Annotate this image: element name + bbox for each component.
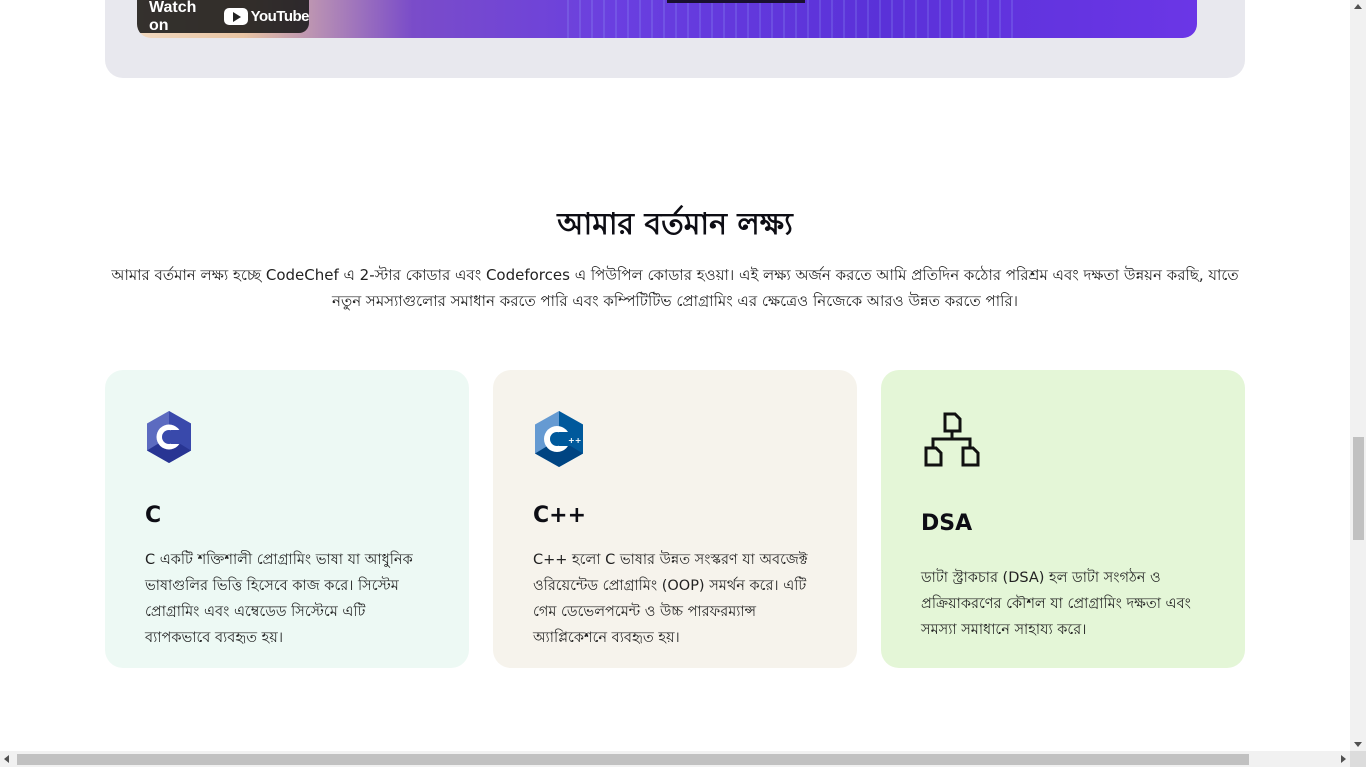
svg-text:++: ++ <box>568 436 581 445</box>
horizontal-scroll-thumb[interactable] <box>17 754 1249 765</box>
skill-card-c: C C একটি শক্তিশালী প্রোগ্রামিং ভাষা যা আ… <box>105 370 469 668</box>
video-container: Watch on YouTube <box>105 0 1245 78</box>
scroll-down-arrow-icon[interactable] <box>1354 742 1362 747</box>
youtube-play-icon <box>223 8 248 25</box>
scroll-right-arrow-icon[interactable] <box>1341 755 1346 763</box>
watch-on-label: Watch on <box>149 0 197 34</box>
card-description: C++ হলো C ভাষার উন্নত সংস্করণ যা অবজেক্ট… <box>533 552 808 646</box>
card-title: DSA <box>921 511 973 536</box>
vertical-scrollbar[interactable] <box>1350 0 1366 751</box>
scroll-left-arrow-icon[interactable] <box>4 755 9 763</box>
data-structure-tree-icon <box>921 410 983 476</box>
vertical-scroll-thumb[interactable] <box>1353 437 1364 540</box>
c-language-icon <box>145 410 193 468</box>
scrollbar-corner <box>1350 751 1366 767</box>
section-title: আমার বর্তমান লক্ষ্য <box>557 207 793 242</box>
card-description: C একটি শক্তিশালী প্রোগ্রামিং ভাষা যা আধু… <box>145 552 413 646</box>
section-description: আমার বর্তমান লক্ষ্য হচ্ছে CodeChef এ 2-স… <box>111 266 1239 310</box>
video-thumbnail-graphic <box>557 0 1017 38</box>
video-thumbnail-bar <box>667 0 805 3</box>
cpp-language-icon: ++ <box>533 410 585 472</box>
scroll-up-arrow-icon[interactable] <box>1354 4 1362 9</box>
watch-on-youtube-button[interactable]: Watch on YouTube <box>137 0 310 34</box>
card-title: C++ <box>533 503 587 528</box>
card-title: C <box>145 503 162 528</box>
youtube-logo: YouTube <box>223 8 310 25</box>
card-description: ডাটা স্ট্রাকচার (DSA) হল ডাটা সংগঠন ও প্… <box>921 570 1191 638</box>
youtube-video-embed[interactable]: Watch on YouTube <box>137 0 1197 38</box>
skill-card-dsa: DSA ডাটা স্ট্রাকচার (DSA) হল ডাটা সংগঠন … <box>881 370 1245 668</box>
skill-card-cpp: ++ C++ C++ হলো C ভাষার উন্নত সংস্করণ যা … <box>493 370 857 668</box>
horizontal-scrollbar[interactable] <box>0 751 1350 767</box>
youtube-wordmark: YouTube <box>250 8 310 25</box>
